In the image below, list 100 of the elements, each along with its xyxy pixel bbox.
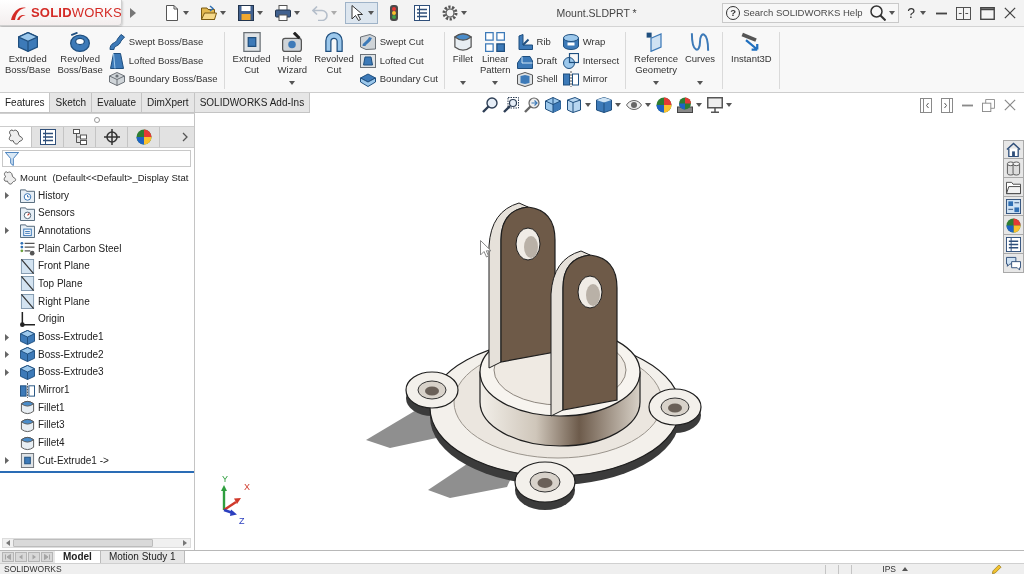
tree-item[interactable]: Boss-Extrude1 xyxy=(0,328,104,346)
task-pane-tab[interactable] xyxy=(1003,216,1024,235)
cube-icon xyxy=(20,364,35,380)
tree-item[interactable]: Top Plane xyxy=(0,275,83,293)
expand-arrow-icon[interactable] xyxy=(5,368,9,376)
scroll-thumb[interactable] xyxy=(13,539,153,547)
ribbon-button[interactable]: Rib xyxy=(514,33,560,51)
rounded-cylinder-icon xyxy=(20,400,35,416)
tree-item[interactable]: Front Plane xyxy=(0,257,90,276)
tree-item[interactable]: Annotations xyxy=(0,222,91,240)
ribbon-button[interactable]: Revolved Cut xyxy=(311,32,357,89)
tile-left-icon[interactable] xyxy=(920,97,932,113)
tree-item[interactable]: Origin xyxy=(0,310,65,329)
grip-icon[interactable] xyxy=(94,117,100,123)
view-tool-button[interactable] xyxy=(482,97,499,113)
ribbon-button[interactable]: Curves xyxy=(681,32,719,89)
ribbon-button[interactable]: Lofted Cut xyxy=(357,51,440,70)
chevron-right-icon[interactable] xyxy=(182,132,188,142)
restore-icon[interactable] xyxy=(982,98,995,112)
cube-outline-icon xyxy=(566,97,583,113)
tile-right-icon[interactable] xyxy=(941,97,953,113)
search-input[interactable]: Search SOLIDWORKS Help xyxy=(743,7,868,19)
sheet-tab[interactable]: Motion Study 1 xyxy=(100,551,185,563)
rollback-bar[interactable] xyxy=(0,470,194,473)
ribbon-button[interactable]: Extruded Cut xyxy=(229,32,274,89)
expand-arrow-icon[interactable] xyxy=(5,333,9,341)
panel-tab[interactable] xyxy=(0,127,32,147)
ribbon-button[interactable]: Intersect xyxy=(560,51,622,70)
tree-item[interactable]: Fillet3 xyxy=(0,416,65,435)
property-list-icon xyxy=(39,129,56,145)
tree-item[interactable]: Mirror1 xyxy=(0,381,70,399)
ribbon-button[interactable]: Boundary Cut xyxy=(357,70,440,88)
expand-arrow-icon[interactable] xyxy=(5,227,9,235)
ribbon-button[interactable]: Boundary Boss/Base xyxy=(106,70,220,88)
configuration-name: (Default<<Default>_Display Stat xyxy=(52,172,189,184)
part-name[interactable]: Mount xyxy=(20,172,47,184)
view-tool-button[interactable] xyxy=(656,97,673,113)
chat-bubbles-icon xyxy=(1006,255,1021,271)
tree-item[interactable]: Sensors xyxy=(0,204,75,223)
task-pane-tab[interactable] xyxy=(1003,254,1024,273)
scrollbar[interactable] xyxy=(2,538,191,548)
tree-item[interactable]: Fillet1 xyxy=(0,398,65,417)
ribbon-button[interactable]: Reference Geometry xyxy=(631,32,681,89)
ribbon-button[interactable]: Extruded Boss/Base xyxy=(2,32,54,89)
flyout-arrow-icon[interactable] xyxy=(130,8,136,18)
view-tool-button[interactable] xyxy=(677,97,703,113)
ribbon-button[interactable]: Swept Cut xyxy=(357,33,440,51)
expand-arrow-icon[interactable] xyxy=(5,351,9,359)
ribbon-button[interactable]: Instant3D xyxy=(728,32,775,89)
folder-icon xyxy=(1006,179,1021,195)
task-pane-tab[interactable] xyxy=(1003,178,1024,197)
scroll-left-icon[interactable] xyxy=(6,540,10,546)
view-tool-button[interactable] xyxy=(626,100,652,110)
expand-arrow-icon[interactable] xyxy=(5,457,9,465)
blob-outline-icon xyxy=(7,129,24,145)
ribbon-button[interactable]: Shell xyxy=(514,70,560,88)
tree-item[interactable]: History xyxy=(0,186,70,205)
ribbon-button[interactable]: Hole Wizard xyxy=(274,32,311,89)
view-tool-button[interactable] xyxy=(707,97,733,113)
help-button[interactable]: ? xyxy=(907,6,926,20)
minimize-icon[interactable] xyxy=(936,11,947,15)
ribbon-button[interactable]: Swept Boss/Base xyxy=(106,33,220,51)
task-pane-tab[interactable] xyxy=(1003,159,1024,178)
ribbon-button[interactable]: Fillet xyxy=(449,32,476,89)
view-tool-button[interactable] xyxy=(566,97,592,113)
view-tool-button[interactable] xyxy=(545,97,562,113)
ribbon-button[interactable]: Revolved Boss/Base xyxy=(54,32,106,89)
close-icon[interactable] xyxy=(1004,7,1016,19)
search-field[interactable]: ? Search SOLIDWORKS Help xyxy=(722,3,900,23)
ribbon-button[interactable]: Lofted Boss/Base xyxy=(106,51,220,70)
expand-arrow-icon[interactable] xyxy=(5,192,9,200)
tree-item[interactable]: Boss-Extrude3 xyxy=(0,363,104,382)
view-tool-button[interactable] xyxy=(596,97,622,113)
view-tool-button[interactable] xyxy=(503,97,520,113)
tree-item[interactable]: Plain Carbon Steel xyxy=(0,239,122,258)
scroll-right-icon[interactable] xyxy=(183,540,187,546)
tree-item[interactable]: Cut-Extrude1 -> xyxy=(0,452,109,470)
split-window-icon[interactable] xyxy=(956,6,971,20)
dashed-magnifier-icon xyxy=(503,97,520,113)
ribbon-button[interactable]: Draft xyxy=(514,51,560,70)
caret-icon xyxy=(183,11,189,15)
task-pane-tab[interactable] xyxy=(1003,235,1024,254)
ribbon-button[interactable]: Linear Pattern xyxy=(476,32,514,89)
task-pane-tab[interactable] xyxy=(1003,140,1024,159)
caret-icon[interactable] xyxy=(889,11,896,15)
filter-field[interactable] xyxy=(2,150,191,167)
command-tab[interactable]: Features xyxy=(0,93,51,112)
tree-item[interactable]: Right Plane xyxy=(0,292,90,311)
maximize-icon[interactable] xyxy=(980,6,995,20)
tree-item[interactable]: Fillet4 xyxy=(0,434,65,452)
caret-icon xyxy=(696,103,703,107)
ribbon-button[interactable]: Wrap xyxy=(560,33,622,51)
tree-item[interactable]: Boss-Extrude2 xyxy=(0,345,104,364)
ribbon-button[interactable]: Mirror xyxy=(560,70,622,88)
search-icon[interactable] xyxy=(870,5,887,21)
caret-up-icon[interactable] xyxy=(902,567,908,571)
task-pane-tab[interactable] xyxy=(1003,197,1024,216)
units-selector[interactable]: IPS xyxy=(882,564,896,574)
select-button[interactable] xyxy=(345,2,378,24)
caret-icon xyxy=(726,103,733,107)
